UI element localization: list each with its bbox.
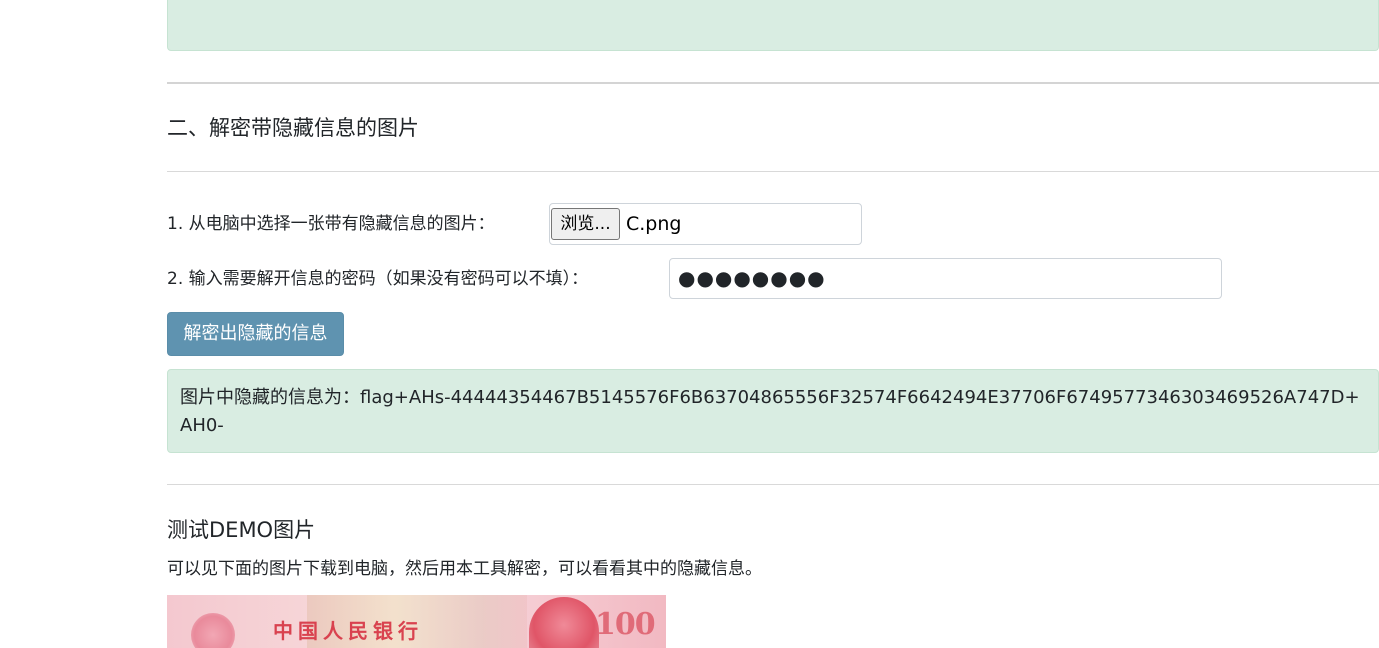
selected-file-name: C.png [626, 213, 682, 235]
password-label: 2. 输入需要解开信息的密码（如果没有密码可以不填）： [167, 269, 589, 289]
demo-description: 可以见下面的图片下载到电脑，然后用本工具解密，可以看看其中的隐藏信息。 [167, 559, 762, 579]
portrait-icon [529, 597, 599, 648]
demo-title: 测试DEMO图片 [167, 518, 316, 542]
password-input[interactable]: ●●●●●●●● [669, 258, 1222, 299]
browse-button[interactable]: 浏览... [551, 208, 620, 240]
demo-banknote-image[interactable]: 中国人民银行 100 [167, 595, 666, 648]
file-select-label: 1. 从电脑中选择一张带有隐藏信息的图片： [167, 214, 495, 234]
decrypt-result-alert: 图片中隐藏的信息为：flag+AHs-44444354467B5145576F6… [167, 369, 1379, 453]
previous-result-alert [167, 0, 1379, 51]
section-title: 二、解密带隐藏信息的图片 [167, 116, 419, 140]
emblem-icon [191, 613, 235, 648]
result-label: 图片中隐藏的信息为： [180, 387, 360, 408]
section-divider [167, 82, 1379, 84]
decrypt-button[interactable]: 解密出隐藏的信息 [167, 312, 344, 356]
demo-divider [167, 484, 1379, 485]
banknote-denomination: 100 [595, 607, 656, 642]
banknote-bank-name: 中国人民银行 [273, 619, 423, 643]
title-divider [167, 171, 1379, 172]
file-input[interactable]: 浏览... C.png [549, 203, 862, 245]
